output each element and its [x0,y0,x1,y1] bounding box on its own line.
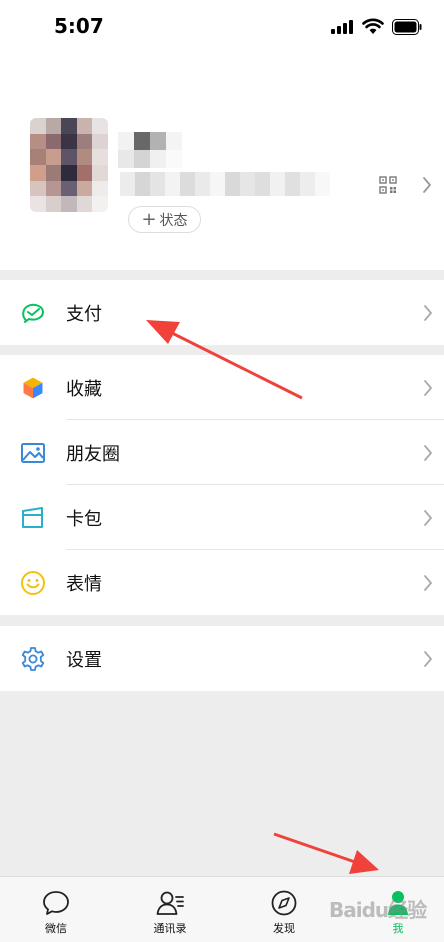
menu-item-label: 朋友圈 [66,443,120,465]
chevron-right-icon [424,650,432,667]
compass-icon [271,890,297,916]
contacts-icon [156,891,184,915]
menu-item-cards[interactable]: 卡包 [0,485,444,550]
qr-code-icon[interactable] [379,176,397,194]
menu-item-label: 设置 [66,649,102,671]
tab-label: 微信 [45,922,67,935]
nickname-blurred [118,132,182,168]
status-time: 5:07 [54,14,104,38]
menu-item-stickers[interactable]: 表情 [0,550,444,615]
section-features: 收藏 朋友圈 卡包 表情 [0,355,444,615]
tab-discover[interactable]: 发现 [244,877,324,942]
menu-item-moments[interactable]: 朋友圈 [0,420,444,485]
status-bar: 5:07 [0,0,444,56]
image-gallery-icon [21,442,45,463]
section-settings: 设置 [0,626,444,691]
menu-item-settings[interactable]: 设置 [0,626,444,691]
wechat-id-blurred [120,172,330,196]
profile-header[interactable]: + 状态 [0,56,444,270]
chevron-right-icon [424,509,432,526]
chat-bubble-icon [43,891,69,915]
tab-contacts[interactable]: 通讯录 [130,877,210,942]
watermark: Baidu经验 [329,898,427,922]
menu-item-pay[interactable]: 支付 [0,280,444,345]
add-status-button[interactable]: + 状态 [128,206,201,233]
menu-item-label: 支付 [66,303,102,325]
menu-item-label: 卡包 [66,508,102,530]
battery-icon [392,19,422,35]
chevron-right-icon [424,444,432,461]
plus-icon: + [141,208,157,230]
cube-icon [22,375,44,400]
wifi-icon [362,18,384,34]
menu-item-favorites[interactable]: 收藏 [0,355,444,420]
smiley-face-icon [21,570,45,595]
menu-item-label: 表情 [66,573,102,595]
section-pay: 支付 [0,280,444,345]
pay-icon [22,303,44,323]
card-wallet-icon [22,506,43,528]
status-button-label: 状态 [159,212,188,229]
gear-icon [21,646,45,671]
cellular-signal-icon [331,20,353,34]
tab-label: 发现 [273,922,295,935]
avatar[interactable] [30,118,108,212]
tab-label: 通讯录 [153,922,187,935]
menu-item-label: 收藏 [66,378,102,400]
chevron-right-icon [424,379,432,396]
chevron-right-icon[interactable] [422,176,432,194]
chevron-right-icon [424,304,432,321]
tab-chats[interactable]: 微信 [16,877,96,942]
chevron-right-icon [424,574,432,591]
